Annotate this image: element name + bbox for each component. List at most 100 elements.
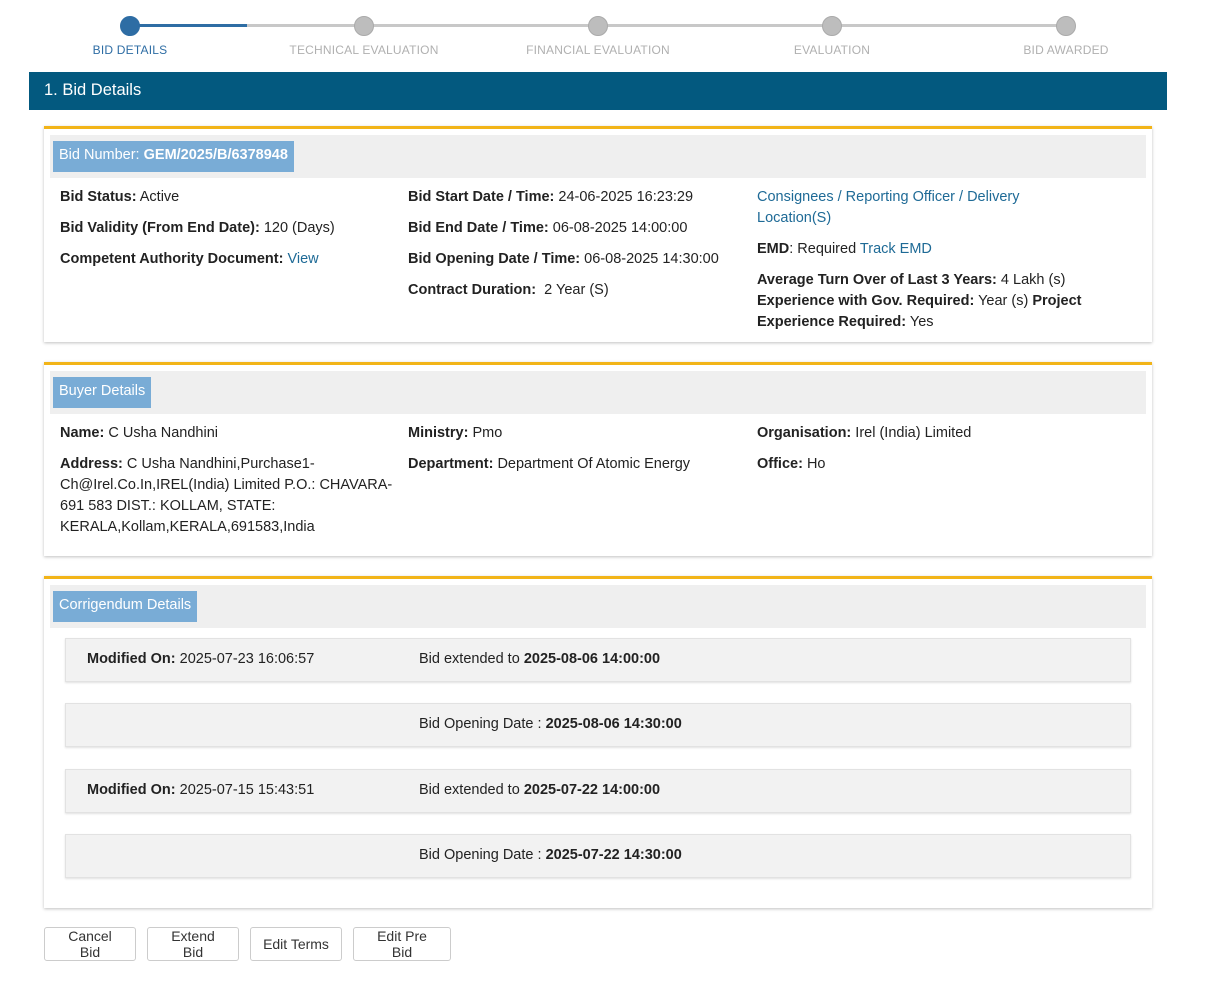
corrigendum-change-value: 2025-07-22 14:00:00 — [523, 782, 661, 798]
corrigendum-change-value: 2025-08-06 14:30:00 — [545, 716, 682, 732]
project-exp-value: Yes — [909, 314, 934, 330]
buyer-address-line-2: Ch@Irel.Co.In,IREL(India) Limited P.O.: … — [60, 477, 393, 493]
bid-end-row: Bid End Date / Time: 06-08-2025 14:00:00 — [408, 218, 748, 239]
corrigendum-change-value: 2025-08-06 14:00:00 — [523, 651, 661, 667]
buyer-department-row: Department: Department Of Atomic Energy — [408, 454, 748, 475]
turnover-label: Average Turn Over of Last 3 Years: — [757, 272, 997, 288]
corrigendum-modified: Modified On: 2025-07-23 16:06:57 — [87, 651, 314, 667]
buyer-ministry-label: Ministry: — [408, 425, 469, 441]
bid-col-2: Bid Start Date / Time: 24-06-2025 16:23:… — [408, 187, 748, 311]
step-label-bid-details: BID DETAILS — [92, 43, 168, 57]
exp-gov-label: Experience with Gov. Required: — [757, 293, 975, 309]
bid-number-value: GEM/2025/B/6378948 — [143, 147, 288, 163]
project-exp-label-2: Experience Required: — [757, 314, 907, 330]
bid-details-card: Bid Number: GEM/2025/B/6378948 Bid Statu… — [44, 126, 1152, 342]
buyer-department-label: Department: — [408, 456, 494, 472]
bid-number-tag: Bid Number: GEM/2025/B/6378948 — [53, 141, 294, 172]
buyer-ministry-row: Ministry: Pmo — [408, 423, 748, 444]
step-dot-bid-awarded — [1056, 16, 1076, 36]
corrigendum-row: Bid Opening Date : 2025-07-22 14:30:00 — [65, 834, 1131, 878]
modified-on-value: 2025-07-15 15:43:51 — [179, 782, 315, 798]
contract-duration-value: 2 Year (S) — [544, 282, 609, 298]
stepper-line-progress — [130, 24, 247, 27]
bid-status-label: Bid Status: — [60, 189, 137, 205]
bid-col-1: Bid Status: Active Bid Validity (From En… — [60, 187, 390, 280]
buyer-col-1: Name: C Usha Nandhini Address: C Usha Na… — [60, 423, 400, 548]
edit-terms-button[interactable]: Edit Terms — [250, 927, 342, 961]
bid-end-label: Bid End Date / Time: — [408, 220, 549, 236]
corrigendum-tag: Corrigendum Details — [53, 591, 198, 622]
contract-duration-row: Contract Duration: 2 Year (S) — [408, 280, 748, 301]
corrigendum-row: Modified On: 2025-07-23 16:06:57 Bid ext… — [65, 638, 1131, 682]
step-label-bid-awarded: BID AWARDED — [1023, 43, 1109, 57]
buyer-details-card: Buyer Details Name: C Usha Nandhini Addr… — [44, 362, 1152, 556]
bid-validity-label: Bid Validity (From End Date): — [60, 220, 260, 236]
corrigendum-change: Bid Opening Date : 2025-07-22 14:30:00 — [419, 847, 682, 863]
corrigendum-change: Bid extended to 2025-07-22 14:00:00 — [419, 782, 660, 798]
authority-doc-view-link[interactable]: View — [287, 251, 318, 267]
bid-opening-row: Bid Opening Date / Time: 06-08-2025 14:3… — [408, 249, 748, 270]
modified-on-label: Modified On: — [87, 651, 176, 667]
step-label-technical-evaluation: TECHNICAL EVALUATION — [289, 43, 439, 57]
step-dot-evaluation — [822, 16, 842, 36]
corrigendum-change-text: Bid Opening Date : — [419, 716, 542, 732]
corrigendum-change-value: 2025-07-22 14:30:00 — [545, 847, 682, 863]
bid-status-row: Bid Status: Active — [60, 187, 390, 208]
buyer-office-row: Office: Ho — [757, 454, 1117, 475]
authority-doc-row: Competent Authority Document: View — [60, 249, 390, 270]
buyer-office-label: Office: — [757, 456, 803, 472]
bid-col-3: Consignees / Reporting Officer / Deliver… — [757, 187, 1117, 343]
bid-number-header: Bid Number: GEM/2025/B/6378948 — [50, 135, 1146, 178]
bid-validity-row: Bid Validity (From End Date): 120 (Days) — [60, 218, 390, 239]
buyer-col-3: Organisation: Irel (India) Limited Offic… — [757, 423, 1117, 485]
emd-row: EMD: Required Track EMD — [757, 239, 1117, 260]
bid-end-value: 06-08-2025 14:00:00 — [552, 220, 688, 236]
step-label-evaluation: EVALUATION — [793, 43, 871, 57]
buyer-name-label: Name: — [60, 425, 105, 441]
buyer-org-value: Irel (India) Limited — [855, 425, 972, 441]
buyer-address-line-4: KERALA,Kollam,KERALA,691583,India — [60, 519, 315, 535]
corrigendum-change-text: Bid extended to — [419, 782, 520, 798]
bid-start-row: Bid Start Date / Time: 24-06-2025 16:23:… — [408, 187, 748, 208]
step-dot-technical-evaluation — [354, 16, 374, 36]
buyer-department-value: Department Of Atomic Energy — [497, 456, 691, 472]
bid-number-label: Bid Number: — [59, 147, 140, 163]
emd-value: : Required — [789, 241, 857, 257]
consignees-row: Consignees / Reporting Officer / Deliver… — [757, 187, 1117, 229]
buyer-org-row: Organisation: Irel (India) Limited — [757, 423, 1117, 444]
contract-duration-label: Contract Duration: — [408, 282, 537, 298]
bid-opening-label: Bid Opening Date / Time: — [408, 251, 581, 267]
consignees-link-line-1: Consignees / Reporting Officer / Deliver… — [757, 189, 1020, 205]
emd-label: EMD — [757, 241, 790, 257]
corrigendum-header: Corrigendum Details — [50, 585, 1146, 628]
corrigendum-change: Bid extended to 2025-08-06 14:00:00 — [419, 651, 660, 667]
corrigendum-change-text: Bid extended to — [419, 651, 520, 667]
buyer-address-line-1: C Usha Nandhini,Purchase1- — [126, 456, 315, 472]
track-emd-link[interactable]: Track EMD — [860, 241, 932, 257]
extend-bid-button[interactable]: Extend Bid — [147, 927, 239, 961]
step-label-financial-evaluation: FINANCIAL EVALUATION — [526, 43, 670, 57]
buyer-name-row: Name: C Usha Nandhini — [60, 423, 400, 444]
buyer-office-value: Ho — [806, 456, 826, 472]
bid-opening-value: 06-08-2025 14:30:00 — [584, 251, 719, 267]
buyer-details-tag: Buyer Details — [53, 377, 152, 408]
corrigendum-card: Corrigendum Details Modified On: 2025-07… — [44, 576, 1152, 908]
consignees-link[interactable]: Consignees / Reporting Officer / Deliver… — [757, 189, 1019, 226]
bid-status-value: Active — [139, 189, 180, 205]
progress-stepper: BID DETAILS TECHNICAL EVALUATION FINANCI… — [0, 0, 1220, 70]
edit-pre-bid-button[interactable]: Edit Pre Bid — [353, 927, 451, 961]
turnover-value: 4 Lakh (s) — [1000, 272, 1066, 288]
buyer-org-label: Organisation: — [757, 425, 852, 441]
cancel-bid-button[interactable]: Cancel Bid — [44, 927, 136, 961]
buyer-address-line-3: 691 583 DIST.: KOLLAM, STATE: — [60, 498, 276, 514]
project-exp-label-1: Project — [1032, 293, 1082, 309]
authority-doc-label: Competent Authority Document: — [60, 251, 284, 267]
step-dot-bid-details — [120, 16, 140, 36]
buyer-ministry-value: Pmo — [472, 425, 503, 441]
corrigendum-change: Bid Opening Date : 2025-08-06 14:30:00 — [419, 716, 682, 732]
experience-row: Average Turn Over of Last 3 Years: 4 Lak… — [757, 270, 1117, 333]
section-title: 1. Bid Details — [29, 72, 1167, 110]
buyer-details-header: Buyer Details — [50, 371, 1146, 414]
exp-gov-value: Year (s) — [978, 293, 1029, 309]
corrigendum-row: Bid Opening Date : 2025-08-06 14:30:00 — [65, 703, 1131, 747]
